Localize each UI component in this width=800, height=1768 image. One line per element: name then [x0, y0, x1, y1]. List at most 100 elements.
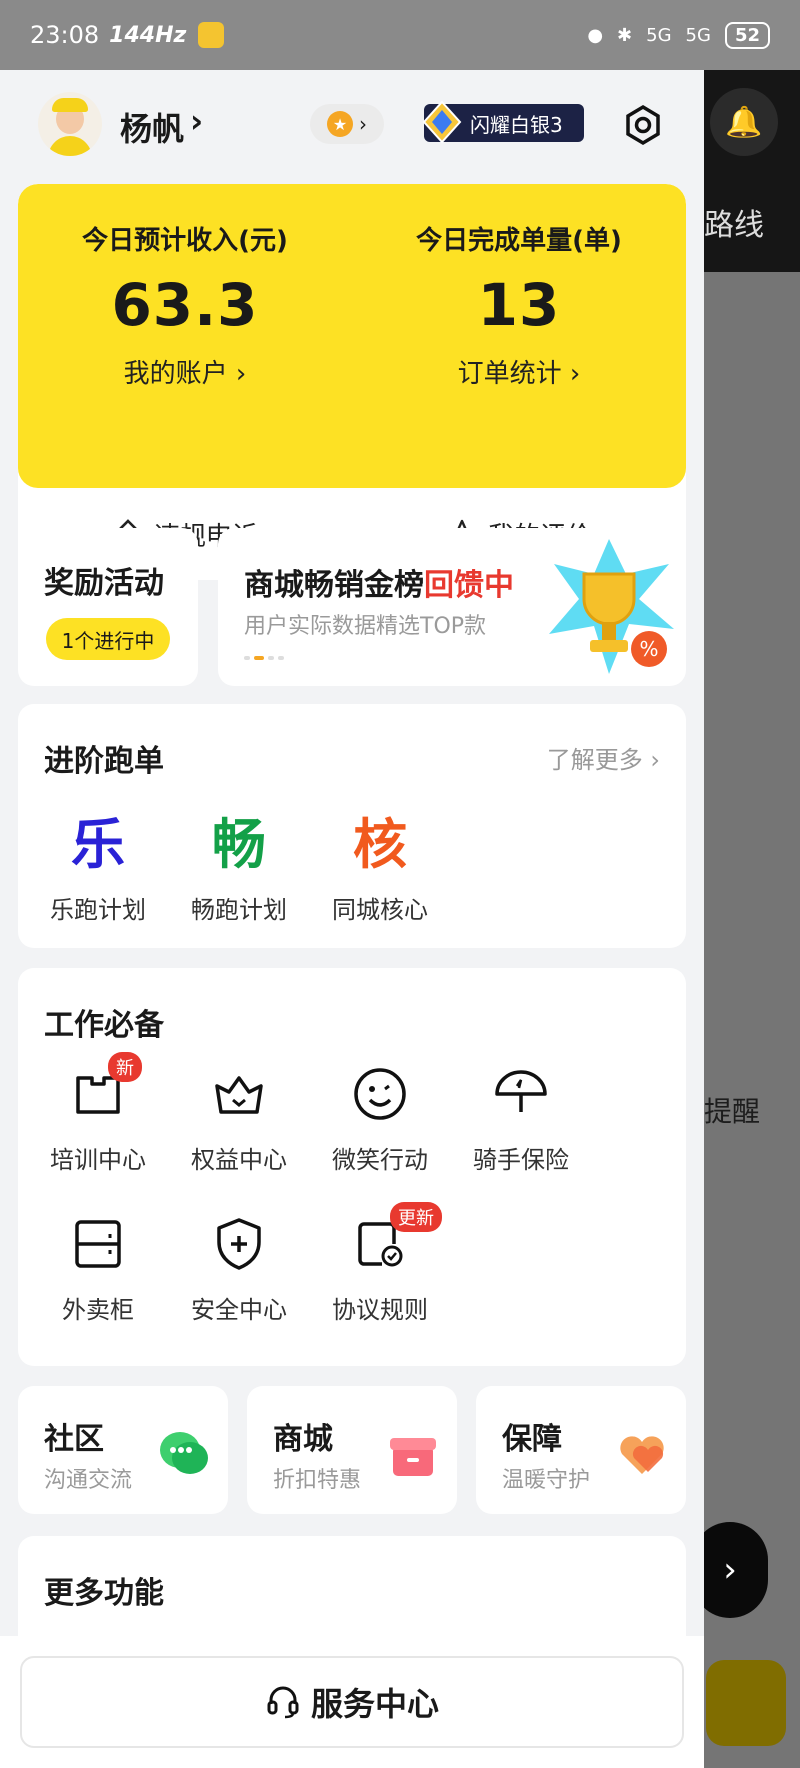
status-icons: ● ✱ 5G 5G 52	[587, 21, 770, 49]
rank-label: 闪耀白银3	[470, 112, 563, 137]
my-account-link[interactable]: 我的账户 ›	[18, 353, 352, 390]
le-icon: 乐	[71, 813, 125, 876]
umbrella-icon	[491, 1064, 551, 1124]
advanced-item-core[interactable]: 核 同城核心	[300, 808, 460, 925]
protection-subtitle: 温暖守护	[502, 1468, 591, 1493]
battery-indicator: 52	[724, 21, 770, 49]
banner-title: 商城畅销金榜回馈中	[244, 560, 514, 604]
safety-center[interactable]: 安全中心	[159, 1214, 319, 1325]
work-essentials-card: 工作必备 新 培训中心 权益中心 微笑行动 骑手保险 外卖柜 安全中心 更新 协…	[18, 968, 686, 1366]
orders-label: 今日完成单量(单)	[416, 226, 622, 256]
work-item-label: 骑手保险	[473, 1146, 569, 1174]
shield-plus-icon	[209, 1214, 269, 1274]
mall-banner[interactable]: 商城畅销金榜回馈中 用户实际数据精选TOP款 %	[218, 528, 686, 686]
background-remind-label: 提醒	[704, 1095, 761, 1128]
trophy-icon: %	[549, 539, 674, 674]
signal-1: 5G	[646, 24, 672, 46]
profile-header: 杨帆 › ★ › 闪耀白银3	[0, 70, 704, 180]
location-icon: ●	[587, 24, 604, 46]
service-bar: 服务中心	[0, 1636, 704, 1768]
smile-icon	[350, 1064, 410, 1124]
chevron-right-icon: ›	[359, 112, 367, 136]
reward-title: 奖励活动	[44, 566, 164, 601]
earnings-summary: 今日预计收入(元) 63.3 我的账户 › 今日完成单量(单) 13 订单统计 …	[18, 184, 686, 488]
reward-status-badge: 1个进行中	[46, 618, 170, 660]
locker-icon	[68, 1214, 128, 1274]
service-center-button[interactable]: 服务中心	[20, 1656, 684, 1748]
advanced-title: 进阶跑单	[44, 744, 164, 779]
work-item-label: 微笑行动	[332, 1146, 428, 1174]
smile-action[interactable]: 微笑行动	[300, 1064, 460, 1175]
community-subtitle: 沟通交流	[44, 1468, 133, 1493]
background-yellow-button[interactable]	[706, 1660, 786, 1746]
earnings-card: 今日预计收入(元) 63.3 我的账户 › 今日完成单量(单) 13 订单统计 …	[18, 184, 686, 580]
status-time: 23:08	[30, 21, 100, 49]
rider-insurance[interactable]: 骑手保险	[441, 1064, 601, 1175]
advanced-item-label: 乐跑计划	[50, 896, 146, 924]
orders-column: 今日完成单量(单) 13 订单统计 ›	[352, 220, 686, 390]
heart-icon	[620, 1436, 664, 1474]
work-item-label: 安全中心	[191, 1296, 287, 1324]
agreement-rules[interactable]: 更新 协议规则	[300, 1202, 460, 1325]
advanced-item-label: 畅跑计划	[191, 896, 287, 924]
learn-more-link[interactable]: 了解更多 ›	[547, 740, 660, 775]
diamond-rank-icon	[422, 100, 462, 144]
svg-text:%: %	[639, 637, 658, 661]
advanced-item-le[interactable]: 乐 乐跑计划	[18, 808, 178, 925]
training-center[interactable]: 新 培训中心	[18, 1052, 178, 1175]
work-item-label: 权益中心	[191, 1146, 287, 1174]
new-badge: 新	[108, 1052, 142, 1082]
advanced-item-chang[interactable]: 畅 畅跑计划	[159, 808, 319, 925]
chat-bubble-icon	[160, 1432, 208, 1474]
headset-icon	[267, 1686, 299, 1719]
work-title: 工作必备	[44, 1008, 164, 1043]
mall-subtitle: 折扣特惠	[273, 1468, 362, 1493]
status-bar: 23:08 144Hz ● ✱ 5G 5G 52	[0, 0, 800, 70]
banner-pagination	[244, 656, 284, 660]
community-card[interactable]: 社区 沟通交流	[18, 1386, 228, 1514]
core-icon: 核	[353, 813, 407, 876]
settings-gear-icon[interactable]	[622, 104, 664, 146]
chang-icon: 畅	[212, 813, 266, 876]
star-icon: ★	[327, 111, 353, 137]
more-functions-title: 更多功能	[44, 1576, 164, 1611]
background-app	[704, 70, 800, 1768]
notification-app-icon	[198, 22, 225, 48]
refresh-rate: 144Hz	[109, 22, 187, 48]
rank-badge[interactable]: 闪耀白银3	[422, 100, 584, 144]
income-label: 今日预计收入(元)	[82, 226, 288, 256]
bluetooth-icon: ✱	[617, 24, 633, 46]
advanced-item-label: 同城核心	[332, 896, 428, 924]
chevron-right-icon[interactable]: ›	[190, 102, 203, 140]
service-center-label: 服务中心	[310, 1685, 439, 1723]
update-badge: 更新	[390, 1202, 442, 1232]
order-stats-link[interactable]: 订单统计 ›	[352, 353, 686, 390]
banner-subtitle: 用户实际数据精选TOP款	[244, 614, 487, 639]
mall-card[interactable]: 商城 折扣特惠	[247, 1386, 457, 1514]
crown-icon	[209, 1064, 269, 1124]
side-drawer: 杨帆 › ★ › 闪耀白银3 今日预计收入(元) 63.3 我的账户 › 今日完…	[0, 70, 704, 1768]
star-level-button[interactable]: ★ ›	[310, 104, 384, 144]
community-title: 社区	[44, 1422, 104, 1457]
username[interactable]: 杨帆	[120, 104, 184, 150]
work-item-label: 外卖柜	[62, 1296, 134, 1324]
food-locker[interactable]: 外卖柜	[18, 1214, 178, 1325]
mall-title: 商城	[273, 1422, 333, 1457]
protection-title: 保障	[502, 1422, 562, 1457]
orders-value: 13	[477, 271, 561, 339]
bell-icon[interactable]: 🔔	[710, 88, 778, 156]
background-route-label: 路线	[704, 208, 764, 243]
protection-card[interactable]: 保障 温暖守护	[476, 1386, 686, 1514]
reward-activity-card[interactable]: 奖励活动 1个进行中	[18, 528, 198, 686]
benefits-center[interactable]: 权益中心	[159, 1064, 319, 1175]
work-item-label: 协议规则	[332, 1296, 428, 1324]
signal-2: 5G	[685, 24, 711, 46]
banner-title-highlight: 回馈中	[424, 568, 514, 603]
gift-box-icon	[390, 1438, 436, 1476]
income-value: 63.3	[111, 271, 259, 339]
avatar[interactable]	[38, 92, 102, 156]
income-column: 今日预计收入(元) 63.3 我的账户 ›	[18, 220, 352, 390]
advanced-runs-card: 进阶跑单 了解更多 › 乐 乐跑计划 畅 畅跑计划 核 同城核心	[18, 704, 686, 948]
banner-title-main: 商城畅销金榜	[244, 568, 424, 603]
work-item-label: 培训中心	[50, 1146, 146, 1174]
